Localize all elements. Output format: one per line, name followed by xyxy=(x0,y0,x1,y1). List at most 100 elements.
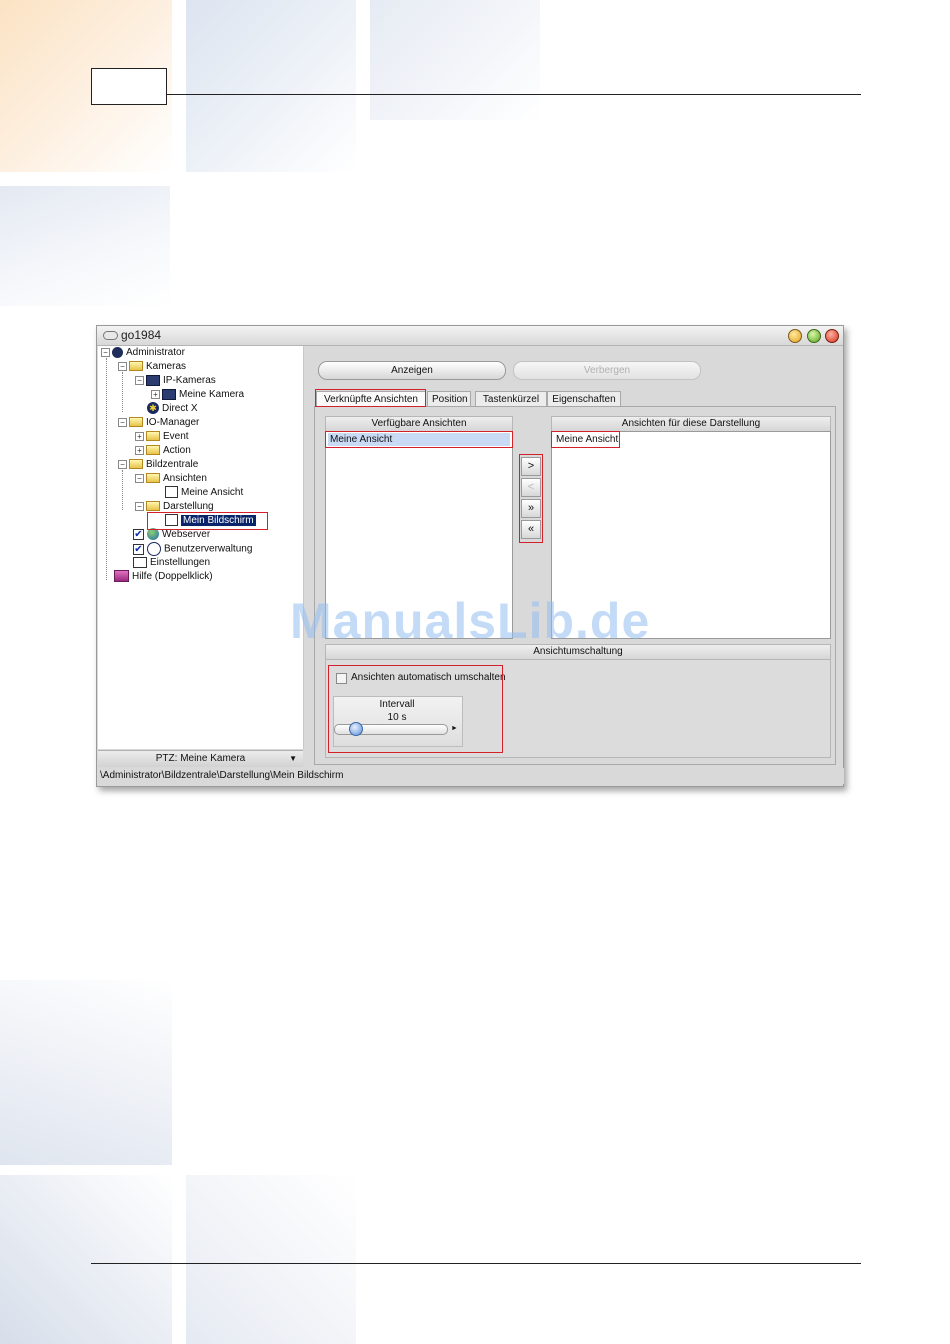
expand-icon[interactable]: + xyxy=(151,389,160,399)
tab-position[interactable]: Position xyxy=(427,391,471,407)
collapse-icon[interactable]: − xyxy=(135,501,144,511)
help-book-icon xyxy=(114,570,129,583)
tree-item-label: Administrator xyxy=(126,347,185,358)
tree-item-meine-ansicht[interactable]: Meine Ansicht xyxy=(165,486,243,500)
available-views-header: Verfügbare Ansichten xyxy=(325,416,513,432)
auto-switch-label: Ansichten automatisch umschalten xyxy=(351,672,506,683)
tree-item-meine-kamera[interactable]: + Meine Kamera xyxy=(151,388,244,402)
tree-item-label: IO-Manager xyxy=(146,417,200,428)
minimize-button[interactable] xyxy=(788,329,802,343)
administrator-icon xyxy=(112,346,123,358)
tree-item-label: Ansichten xyxy=(163,473,207,484)
add-all-views-button[interactable]: » xyxy=(521,499,541,518)
tree-item-administrator[interactable]: − Administrator xyxy=(101,346,185,360)
checkbox-checked-icon[interactable]: ✔ xyxy=(133,543,144,555)
close-button[interactable] xyxy=(825,329,839,343)
show-button[interactable]: Anzeigen xyxy=(318,361,506,380)
tree-item-hilfe[interactable]: Hilfe (Doppelklick) xyxy=(114,570,213,584)
hide-button[interactable]: Verbergen xyxy=(513,361,701,380)
tree-item-label: Hilfe (Doppelklick) xyxy=(132,571,213,582)
tree-item-label: Mein Bildschirm xyxy=(181,515,256,526)
tab-verknuepfte-ansichten[interactable]: Verknüpfte Ansichten xyxy=(316,391,426,407)
page-decoration xyxy=(186,1175,356,1344)
add-view-button[interactable]: > xyxy=(521,457,541,476)
folder-open-icon xyxy=(146,473,160,484)
tree-item-darstellung[interactable]: − Darstellung xyxy=(135,500,214,514)
screen-layout-icon xyxy=(165,514,178,527)
camera-icon xyxy=(162,388,176,400)
tree-item-mein-bildschirm[interactable]: Mein Bildschirm xyxy=(165,514,256,528)
page-footer-rule xyxy=(91,1263,861,1264)
tree-guide-line xyxy=(122,372,123,412)
maximize-button[interactable] xyxy=(807,329,821,343)
folder-icon xyxy=(146,445,160,456)
page-decoration xyxy=(0,1175,172,1344)
collapse-icon[interactable]: − xyxy=(118,459,127,469)
tree-guide-line xyxy=(122,470,123,510)
directx-icon: ✱ xyxy=(147,402,159,415)
globe-icon xyxy=(147,528,159,541)
tree-item-label: Webserver xyxy=(162,529,211,540)
tree-item-io-manager[interactable]: − IO-Manager xyxy=(118,416,199,430)
tree-item-label: Bildzentrale xyxy=(146,459,199,470)
collapse-icon[interactable]: − xyxy=(135,473,144,483)
settings-icon xyxy=(133,556,147,568)
list-item[interactable]: Meine Ansicht xyxy=(328,433,510,446)
page-decoration xyxy=(370,0,540,120)
list-item[interactable]: Meine Ansicht xyxy=(554,433,620,446)
tree-item-label: IP-Kameras xyxy=(163,375,216,386)
expand-icon[interactable]: + xyxy=(135,431,144,441)
checkbox-checked-icon[interactable]: ✔ xyxy=(133,528,144,540)
tree-item-label: Benutzerverwaltung xyxy=(164,543,253,555)
app-window: go1984 − Administrator − Kameras − IP-Kamer… xyxy=(96,325,844,787)
tree-item-label: Event xyxy=(163,431,189,442)
tree-item-label: Meine Ansicht xyxy=(181,487,244,498)
collapse-icon[interactable]: − xyxy=(101,347,110,357)
tree-item-action[interactable]: + Action xyxy=(135,444,191,458)
users-icon xyxy=(147,542,161,556)
assigned-views-header: Ansichten für diese Darstellung xyxy=(551,416,831,432)
tree-item-benutzerverwaltung[interactable]: ✔ Benutzerverwaltung xyxy=(133,542,252,556)
collapse-icon[interactable]: − xyxy=(118,417,127,427)
tree-item-ip-kameras[interactable]: − IP-Kameras xyxy=(135,374,216,388)
tree-item-direct-x[interactable]: ✱ Direct X xyxy=(147,402,198,416)
view-icon xyxy=(165,486,178,499)
window-menu-icon[interactable] xyxy=(103,331,118,340)
page-header-rule xyxy=(167,94,861,95)
folder-open-icon xyxy=(129,417,143,428)
title-bar[interactable]: go1984 xyxy=(97,326,843,346)
tree-item-ansichten[interactable]: − Ansichten xyxy=(135,472,207,486)
tree-item-einstellungen[interactable]: Einstellungen xyxy=(133,556,210,570)
slider-right-arrow-icon[interactable]: ► xyxy=(451,724,458,734)
page-decoration xyxy=(186,0,356,172)
folder-open-icon xyxy=(129,459,143,470)
interval-slider-thumb[interactable] xyxy=(349,722,363,736)
remove-view-button[interactable]: < xyxy=(521,478,541,497)
tree-item-event[interactable]: + Event xyxy=(135,430,189,444)
tab-tastenkuerzel[interactable]: Tastenkürzel xyxy=(475,391,547,407)
tree-item-kameras[interactable]: − Kameras xyxy=(118,360,186,374)
chevron-down-icon[interactable]: ▼ xyxy=(289,751,297,767)
tree-item-label: Meine Kamera xyxy=(179,389,245,400)
tree-item-bildzentrale[interactable]: − Bildzentrale xyxy=(118,458,198,472)
tree-item-label: Action xyxy=(163,445,191,456)
folder-open-icon xyxy=(129,361,143,372)
navigation-tree[interactable]: − Administrator − Kameras − IP-Kameras + Mei… xyxy=(98,346,304,749)
collapse-icon[interactable]: − xyxy=(135,375,144,385)
auto-switch-checkbox[interactable] xyxy=(336,673,347,684)
folder-icon xyxy=(146,431,160,442)
status-path: \Administrator\Bildzentrale\Darstellung\… xyxy=(98,768,844,784)
remove-all-views-button[interactable]: « xyxy=(521,520,541,539)
tree-item-label: Einstellungen xyxy=(150,557,211,568)
expand-icon[interactable]: + xyxy=(135,445,144,455)
tab-eigenschaften[interactable]: Eigenschaften xyxy=(547,391,621,407)
folder-open-icon xyxy=(146,501,160,512)
tree-item-webserver[interactable]: ✔ Webserver xyxy=(133,528,210,542)
ptz-label: PTZ: Meine Kamera xyxy=(155,753,246,764)
tree-item-label: Darstellung xyxy=(163,501,214,512)
collapse-icon[interactable]: − xyxy=(118,361,127,371)
ptz-camera-select[interactable]: PTZ: Meine Kamera ▼ xyxy=(98,750,303,767)
page-decoration xyxy=(0,980,172,1165)
window-title: go1984 xyxy=(121,328,162,342)
tree-item-label: Kameras xyxy=(146,361,187,372)
